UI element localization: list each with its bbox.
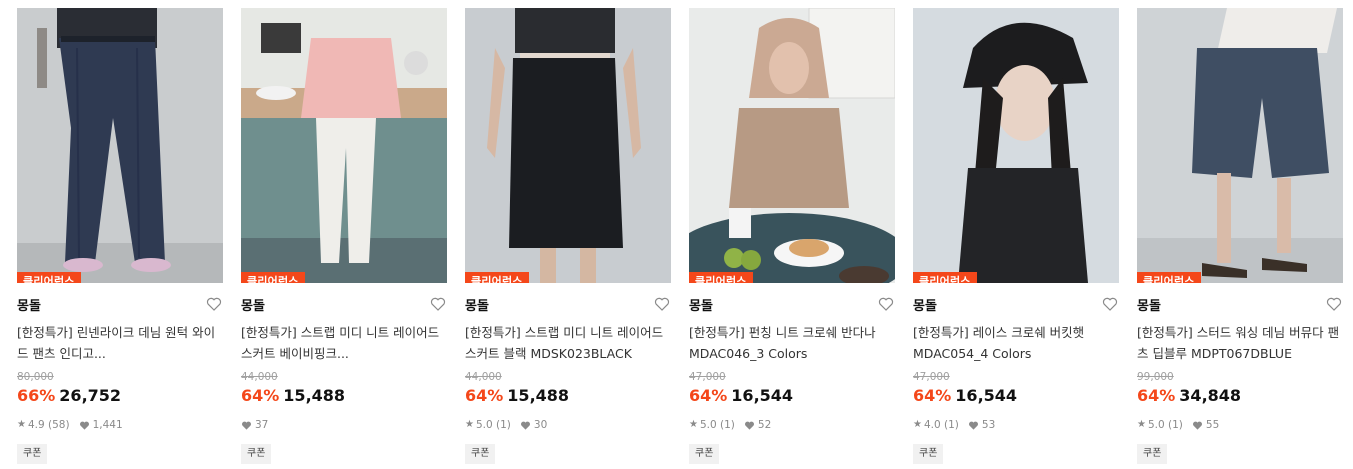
product-image[interactable]: 클리어런스 [241, 8, 447, 283]
sale-price: 15,488 [507, 386, 570, 405]
brand-name[interactable]: 몽돌 [913, 298, 1119, 316]
star-icon: ★ [17, 419, 26, 430]
discount-rate: 64% [1137, 386, 1176, 405]
sale-price: 16,544 [955, 386, 1018, 405]
heart-icon[interactable] [1102, 296, 1118, 312]
brand-name[interactable]: 몽돌 [689, 298, 895, 316]
star-icon: ★ [913, 419, 922, 430]
like-count: 30 [533, 419, 548, 431]
star-icon: ★ [465, 419, 474, 430]
product-image[interactable]: 클리어런스 [1137, 8, 1343, 283]
product-photo [689, 8, 895, 283]
clearance-badge: 클리어런스 [1137, 272, 1201, 283]
product-photo [17, 8, 223, 283]
rating: 4.0 [923, 419, 941, 431]
sale-price: 26,752 [59, 386, 122, 405]
sale-price: 16,544 [731, 386, 794, 405]
like-icon [968, 420, 979, 431]
sale-price: 34,848 [1179, 386, 1242, 405]
coupon-tag: 쿠폰 [17, 444, 48, 464]
heart-icon[interactable] [654, 296, 670, 312]
discount-rate: 64% [241, 386, 280, 405]
like-count: 1,441 [92, 419, 123, 431]
rating: 4.9 [27, 419, 45, 431]
product-photo [1137, 8, 1343, 283]
star-icon: ★ [689, 419, 698, 430]
heart-icon[interactable] [206, 296, 222, 312]
product-image[interactable]: 클리어런스 [913, 8, 1119, 283]
product-grid: 클리어런스 몽돌 [한정특가] 린넨라이크 데님 원턱 와이드 팬츠 인디고..… [0, 0, 1353, 469]
coupon-tag: 쿠폰 [689, 444, 720, 464]
product-title[interactable]: [한정특가] 펀칭 니트 크로쉐 반다나 MDAC046_3 Colors [689, 322, 895, 364]
review-count: (1) [1168, 419, 1183, 431]
coupon-tag: 쿠폰 [465, 444, 496, 464]
product-photo [465, 8, 671, 283]
original-price: 47,000 [689, 371, 726, 383]
product-card[interactable]: 클리어런스 몽돌 [한정특가] 스터드 워싱 데님 버뮤다 팬츠 딥블루 MDP… [1137, 8, 1343, 464]
like-icon [241, 420, 252, 431]
product-image[interactable]: 클리어런스 [689, 8, 895, 283]
like-icon [520, 420, 531, 431]
discount-rate: 66% [17, 386, 56, 405]
product-card[interactable]: 클리어런스 몽돌 [한정특가] 스트랩 미디 니트 레이어드 스커트 블랙 MD… [465, 8, 671, 464]
coupon-tag: 쿠폰 [1137, 444, 1168, 464]
review-count: (1) [496, 419, 511, 431]
product-image[interactable]: 클리어런스 [465, 8, 671, 283]
coupon-tag: 쿠폰 [241, 444, 272, 464]
product-photo [241, 8, 447, 283]
like-icon [744, 420, 755, 431]
sale-price: 15,488 [283, 386, 346, 405]
like-icon [79, 420, 90, 431]
rating: 5.0 [1147, 419, 1165, 431]
product-title[interactable]: [한정특가] 스트랩 미디 니트 레이어드 스커트 베이비핑크... [241, 322, 447, 364]
product-card[interactable]: 클리어런스 몽돌 [한정특가] 린넨라이크 데님 원턱 와이드 팬츠 인디고..… [17, 8, 223, 464]
coupon-tag: 쿠폰 [913, 444, 944, 464]
review-count: (58) [48, 419, 70, 431]
rating: 5.0 [699, 419, 717, 431]
clearance-badge: 클리어런스 [913, 272, 977, 283]
original-price: 44,000 [465, 371, 502, 383]
original-price: 47,000 [913, 371, 950, 383]
review-count: (1) [944, 419, 959, 431]
product-card[interactable]: 클리어런스 몽돌 [한정특가] 스트랩 미디 니트 레이어드 스커트 베이비핑크… [241, 8, 447, 464]
brand-name[interactable]: 몽돌 [465, 298, 671, 316]
like-count: 55 [1205, 419, 1220, 431]
like-icon [1192, 420, 1203, 431]
rating: 5.0 [475, 419, 493, 431]
heart-icon[interactable] [878, 296, 894, 312]
product-card[interactable]: 클리어런스 몽돌 [한정특가] 펀칭 니트 크로쉐 반다나 MDAC046_3 … [689, 8, 895, 464]
product-title[interactable]: [한정특가] 린넨라이크 데님 원턱 와이드 팬츠 인디고... [17, 322, 223, 364]
clearance-badge: 클리어런스 [689, 272, 753, 283]
product-image[interactable]: 클리어런스 [17, 8, 223, 283]
product-title[interactable]: [한정특가] 스트랩 미디 니트 레이어드 스커트 블랙 MDSK023BLAC… [465, 322, 671, 364]
brand-name[interactable]: 몽돌 [17, 298, 223, 316]
clearance-badge: 클리어런스 [17, 272, 81, 283]
brand-name[interactable]: 몽돌 [241, 298, 447, 316]
like-count: 53 [981, 419, 996, 431]
discount-rate: 64% [913, 386, 952, 405]
like-count: 52 [757, 419, 772, 431]
product-title[interactable]: [한정특가] 레이스 크로쉐 버킷햇 MDAC054_4 Colors [913, 322, 1119, 364]
like-count: 37 [255, 419, 269, 431]
discount-rate: 64% [689, 386, 728, 405]
product-photo [913, 8, 1119, 283]
heart-icon[interactable] [430, 296, 446, 312]
review-count: (1) [720, 419, 735, 431]
heart-icon[interactable] [1326, 296, 1342, 312]
original-price: 80,000 [17, 371, 54, 383]
brand-name[interactable]: 몽돌 [1137, 298, 1343, 316]
product-card[interactable]: 클리어런스 몽돌 [한정특가] 레이스 크로쉐 버킷햇 MDAC054_4 Co… [913, 8, 1119, 464]
original-price: 99,000 [1137, 371, 1174, 383]
discount-rate: 64% [465, 386, 504, 405]
star-icon: ★ [1137, 419, 1146, 430]
clearance-badge: 클리어런스 [241, 272, 305, 283]
product-title[interactable]: [한정특가] 스터드 워싱 데님 버뮤다 팬츠 딥블루 MDPT067DBLUE [1137, 322, 1343, 364]
original-price: 44,000 [241, 371, 278, 383]
clearance-badge: 클리어런스 [465, 272, 529, 283]
